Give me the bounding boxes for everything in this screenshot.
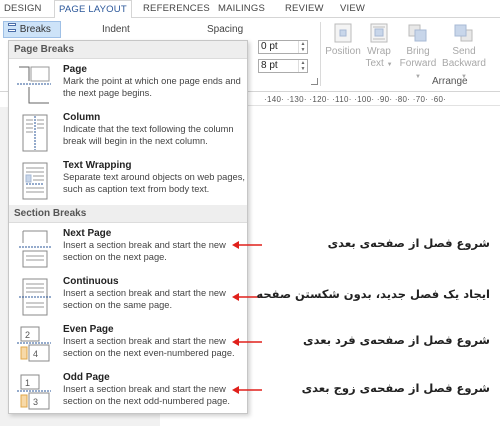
- arrange-group-label: Arrange: [432, 76, 468, 87]
- send-backward-icon: [454, 24, 473, 42]
- bring-label-1: Bring: [406, 46, 430, 57]
- breaks-button[interactable]: Breaks ▼: [3, 21, 61, 49]
- odd-page-desc: Insert a section break and start the new…: [63, 384, 230, 406]
- column-break-title: Column: [63, 112, 101, 123]
- wrap-text-button[interactable]: Wrap Text ▼: [358, 18, 400, 71]
- position-label: Position: [325, 46, 361, 57]
- section-breaks-header: Section Breaks: [9, 205, 247, 223]
- arrow-left-icon: [232, 386, 262, 394]
- odd-page-title: Odd Page: [63, 372, 110, 383]
- breaks-label: Breaks: [19, 24, 51, 35]
- position-icon: [334, 23, 352, 43]
- svg-text:4: 4: [33, 349, 38, 359]
- tab-view[interactable]: VIEW: [340, 0, 365, 18]
- tab-review[interactable]: REVIEW: [285, 0, 324, 18]
- menu-item-next-page[interactable]: Next Page Insert a section break and sta…: [9, 227, 247, 275]
- menu-item-page-break[interactable]: Page Mark the point at which one page en…: [9, 63, 247, 111]
- odd-page-icon: 1 3: [17, 374, 51, 410]
- page-break-desc: Mark the point at which one page ends an…: [63, 76, 241, 98]
- even-page-icon: 2 4: [17, 326, 51, 362]
- svg-text:2: 2: [25, 330, 30, 340]
- annotation-odd-page: شروع فصل از صفحه‌ی زوج بعدی: [301, 381, 490, 395]
- wrap-label-2: Text: [365, 58, 384, 69]
- continuous-icon: [19, 278, 51, 316]
- bring-forward-button[interactable]: Bring Forward ▼: [397, 18, 439, 83]
- even-page-desc: Insert a section break and start the new…: [63, 336, 235, 358]
- page-breaks-header: Page Breaks: [9, 41, 247, 59]
- text-wrapping-desc: Separate text around objects on web page…: [63, 172, 245, 194]
- annotation-even-page: شروع فصل از صفحه‌ی فرد بعدی: [303, 333, 490, 347]
- annotation-continuous: ایجاد یک فصل جدید، بدون شکستن صفحه: [256, 287, 490, 301]
- send-label-1: Send: [452, 46, 476, 57]
- indent-label: Indent: [102, 24, 130, 35]
- ribbon-tab-bar: DESIGN PAGE LAYOUT REFERENCES MAILINGS R…: [0, 0, 500, 19]
- breaks-dropdown-menu: Page Breaks Page Mark the point at which…: [8, 40, 248, 414]
- arrow-left-icon: [232, 338, 262, 346]
- next-page-desc: Insert a section break and start the new…: [63, 240, 226, 262]
- spacing-before-value: 0 pt: [261, 41, 278, 52]
- tab-references[interactable]: REFERENCES: [143, 0, 210, 18]
- tab-mailings[interactable]: MAILINGS: [218, 0, 265, 18]
- spin-arrows-icon[interactable]: ▲ ▼: [298, 41, 307, 53]
- continuous-title: Continuous: [63, 276, 119, 287]
- text-wrapping-icon: [22, 162, 48, 200]
- menu-item-even-page[interactable]: 2 4 Even Page Insert a section break and…: [9, 323, 247, 371]
- annotation-next-page: شروع فصل از صفحه‌ی بعدی: [327, 236, 490, 250]
- spin-arrows-icon[interactable]: ▲ ▼: [298, 60, 307, 72]
- paragraph-dialog-launcher-icon[interactable]: [311, 78, 318, 85]
- wrap-text-icon: [370, 23, 388, 43]
- spacing-after-input[interactable]: 8 pt ▲ ▼: [258, 59, 308, 73]
- continuous-desc: Insert a section break and start the new…: [63, 288, 226, 310]
- send-label-2: Backward: [442, 58, 486, 69]
- page-break-icon: [17, 66, 51, 104]
- menu-item-column-break[interactable]: Column Indicate that the text following …: [9, 111, 247, 159]
- breaks-icon: [7, 23, 17, 33]
- bring-label-2: Forward: [399, 58, 437, 69]
- next-page-icon: [19, 230, 51, 268]
- even-page-title: Even Page: [63, 324, 114, 335]
- svg-text:1: 1: [25, 378, 30, 388]
- arrow-left-icon: [232, 241, 262, 249]
- ruler-ticks: ·140· ·130· ·120· ·110· ·100· ·90· ·80· …: [264, 95, 447, 104]
- spacing-label: Spacing: [207, 24, 244, 35]
- tab-page-layout[interactable]: PAGE LAYOUT: [54, 0, 132, 19]
- next-page-title: Next Page: [63, 228, 112, 239]
- page-break-title: Page: [63, 64, 87, 75]
- svg-text:3: 3: [33, 397, 38, 407]
- horizontal-ruler[interactable]: ·140· ·130· ·120· ·110· ·100· ·90· ·80· …: [244, 94, 500, 106]
- document-page[interactable]: [244, 107, 500, 426]
- menu-item-odd-page[interactable]: 1 3 Odd Page Insert a section break and …: [9, 371, 247, 415]
- spacing-after-value: 8 pt: [261, 60, 278, 71]
- tab-design[interactable]: DESIGN: [4, 0, 42, 18]
- text-wrapping-title: Text Wrapping: [63, 160, 132, 171]
- menu-item-text-wrapping[interactable]: Text Wrapping Separate text around objec…: [9, 159, 247, 207]
- column-break-desc: Indicate that the text following the col…: [63, 124, 234, 146]
- bring-forward-icon: [408, 24, 427, 42]
- spacing-before-input[interactable]: 0 pt ▲ ▼: [258, 40, 308, 54]
- menu-item-continuous[interactable]: Continuous Insert a section break and st…: [9, 275, 247, 323]
- send-backward-button[interactable]: Send Backward ▼: [439, 18, 489, 83]
- wrap-label-1: Wrap: [367, 46, 391, 57]
- column-break-icon: [22, 114, 48, 152]
- group-divider: [320, 22, 321, 86]
